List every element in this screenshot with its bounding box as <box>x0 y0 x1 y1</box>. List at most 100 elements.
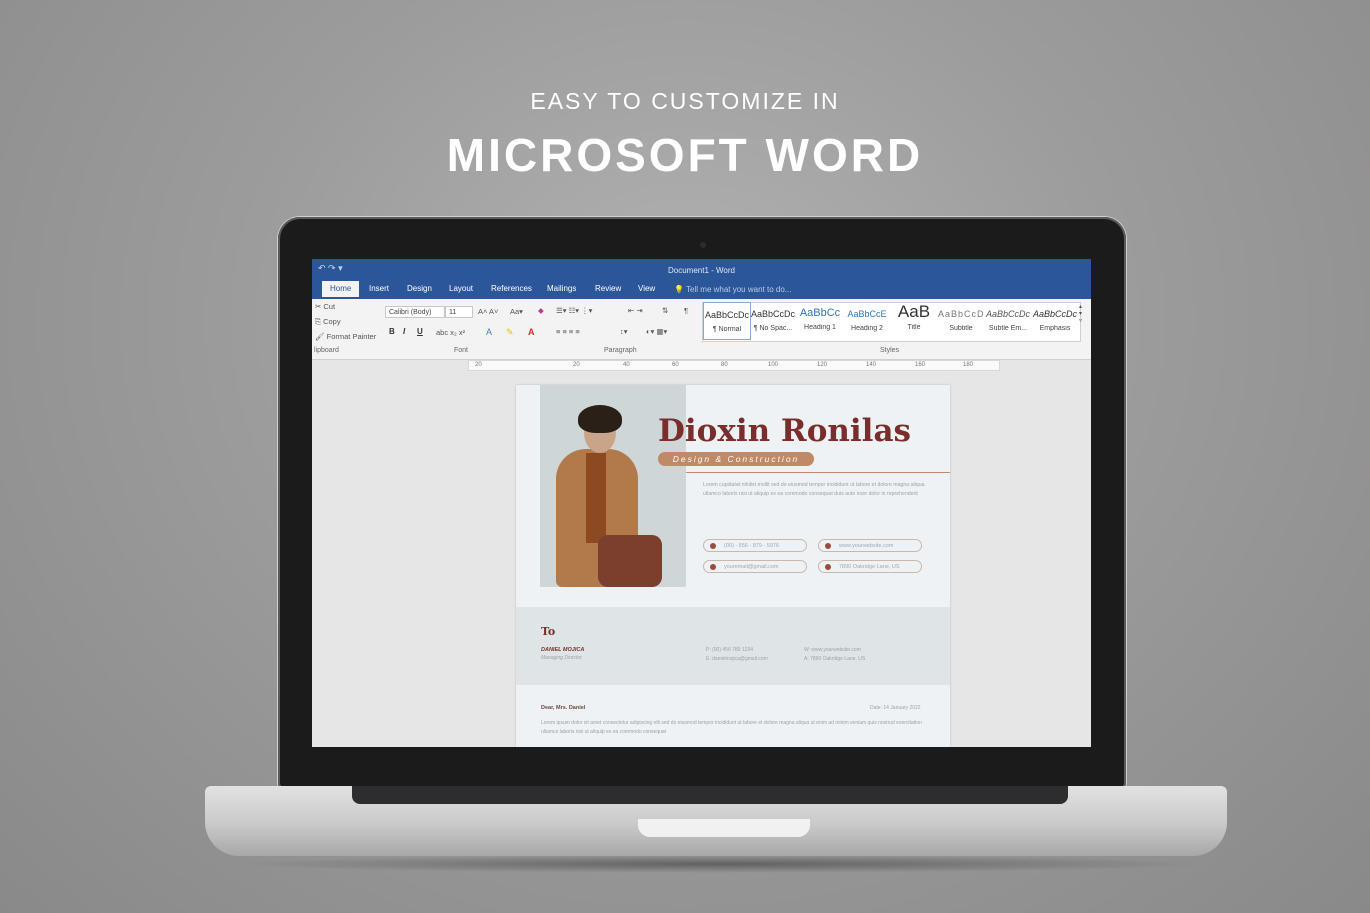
recipient-role: Managing Director <box>541 655 582 661</box>
style-name: Emphasis <box>1039 325 1071 332</box>
style-preview: AaBbCcD <box>938 309 984 319</box>
highlight-icon[interactable]: ✎ <box>506 327 514 338</box>
cut-button[interactable]: ✂ Cut <box>315 302 335 311</box>
recipient-name: DANIEL MOJICA <box>541 647 585 653</box>
font-group-label: Font <box>454 347 469 354</box>
contact-phone: (00) - 556 - 879 - 5976 <box>703 539 807 552</box>
style-name: Heading 2 <box>851 325 883 332</box>
recipient-email: E: danielmojica@gmail.com <box>706 656 768 662</box>
ribbon: ✂ Cut ⎘ Copy 🖌 Format Painter lipboard C… <box>312 299 1091 360</box>
font-family-select[interactable]: Calibri (Body) <box>385 306 445 318</box>
style-normal[interactable]: AaBbCcDc ¶ Normal <box>703 302 751 340</box>
line-spacing-icon[interactable]: ↕▾ <box>620 327 628 336</box>
globe-icon <box>825 543 831 549</box>
tell-me-text: Tell me what you want to do... <box>686 285 792 294</box>
letter-body: Lorem ipsum dolor sit amet consectetur a… <box>541 720 922 735</box>
ribbon-tabs: Home Insert Design Layout References Mai… <box>312 281 1091 299</box>
contact-address: 7890 Oakridge Lane, US <box>818 560 922 573</box>
ruler-tick: 160 <box>915 362 926 368</box>
cut-label: Cut <box>323 302 336 311</box>
lightbulb-icon: 💡 <box>674 285 684 294</box>
ruler-tick: 60 <box>672 362 679 368</box>
style-emphasis[interactable]: AaBbCcDc Emphasis <box>1032 302 1078 338</box>
bullets-icon[interactable]: ☰▾ ☷▾ ⋮▾ <box>556 306 592 315</box>
style-title[interactable]: AaB Title <box>891 302 937 338</box>
ruler-tick: 100 <box>768 362 779 368</box>
underline-button[interactable]: U <box>417 327 423 336</box>
text-effects-icon[interactable]: A <box>486 327 492 337</box>
style-preview: AaBbCcE <box>847 309 887 319</box>
ruler-tick: 140 <box>866 362 877 368</box>
to-heading: To <box>541 625 556 638</box>
camera <box>700 242 706 248</box>
style-preview: AaBbCc <box>799 307 841 319</box>
pilcrow-icon[interactable]: ¶ <box>684 306 688 315</box>
ruler-tick: 180 <box>963 362 974 368</box>
ruler-tick: 80 <box>721 362 728 368</box>
style-subtle-emphasis[interactable]: AaBbCcDc Subtle Em... <box>985 302 1031 338</box>
laptop-shadow <box>230 855 1210 873</box>
clear-format-icon[interactable]: ◆ <box>538 306 544 315</box>
style-heading-1[interactable]: AaBbCc Heading 1 <box>797 302 843 338</box>
recipient-web: W: www.yourwebsite.com <box>804 647 861 653</box>
shading-icon[interactable]: ◐▾ ▦▾ <box>646 327 667 336</box>
contact-email: youremail@gmail.com <box>703 560 807 573</box>
at-icon <box>710 564 716 570</box>
horizontal-ruler[interactable]: 20 20 40 60 80 100 120 140 160 180 <box>468 360 1000 371</box>
window-title: Document1 - Word <box>668 266 735 275</box>
tab-mailings[interactable]: Mailings <box>547 284 576 293</box>
sort-icon[interactable]: ⇅ <box>662 306 668 315</box>
bold-button[interactable]: B <box>389 327 395 336</box>
location-icon <box>825 564 831 570</box>
ruler-tick: 120 <box>817 362 828 368</box>
recipient-address: A: 7890 Oakridge Lane, US <box>804 656 866 662</box>
contact-text: youremail@gmail.com <box>724 564 779 570</box>
style-subtitle[interactable]: AaBbCcD Subtitle <box>938 302 984 338</box>
style-preview: AaBbCcDc <box>704 310 749 320</box>
paragraph-group-label: Paragraph <box>604 347 637 354</box>
tab-design[interactable]: Design <box>407 284 432 293</box>
italic-button[interactable]: I <box>403 327 405 336</box>
recipient-section: To DANIEL MOJICA Managing Director P: (0… <box>516 607 950 685</box>
style-name: Subtitle <box>949 325 973 332</box>
scissors-icon: ✂ <box>315 302 322 311</box>
style-no-spacing[interactable]: AaBbCcDc ¶ No Spac... <box>750 302 796 338</box>
divider <box>686 472 950 473</box>
hero-title: MICROSOFT WORD <box>446 129 924 181</box>
font-size-select[interactable]: 11 <box>445 306 473 318</box>
document-page[interactable]: Dioxin Ronilas Design & Construction Lor… <box>516 385 950 747</box>
change-case-icon[interactable]: Aa▾ <box>510 307 523 316</box>
font-grow-icon[interactable]: A˄ A˅ <box>478 307 498 316</box>
photo-figure <box>578 405 622 433</box>
screen: ↶ ↷ ▾ Document1 - Word Home Insert Desig… <box>312 259 1091 747</box>
style-name: Title <box>907 324 921 331</box>
tab-references[interactable]: References <box>491 284 532 293</box>
styles-scroll-icon[interactable]: ▴ ▾ ▿ <box>1079 303 1082 324</box>
style-preview: AaB <box>897 302 931 321</box>
style-name: ¶ No Spac... <box>753 325 793 332</box>
copy-button[interactable]: ⎘ Copy <box>315 317 341 327</box>
font-color-icon[interactable]: A <box>528 327 535 337</box>
contact-web: www.yourwebsite.com <box>818 539 922 552</box>
indent-icon[interactable]: ⇤ ⇥ <box>628 306 643 315</box>
tab-review[interactable]: Review <box>595 284 621 293</box>
tell-me-box[interactable]: 💡 Tell me what you want to do... <box>674 285 791 294</box>
format-painter-button[interactable]: 🖌 Format Painter <box>315 332 376 341</box>
ruler-tick: 20 <box>475 362 482 368</box>
tab-home[interactable]: Home <box>322 281 360 297</box>
tab-view[interactable]: View <box>638 284 655 293</box>
resume-name: Dioxin Ronilas <box>658 413 911 449</box>
recipient-phone: P: (00) 456 789 1234 <box>706 647 753 653</box>
photo-figure <box>598 535 662 587</box>
ruler-tick: 20 <box>573 362 580 368</box>
style-name: Subtle Em... <box>988 325 1028 332</box>
brush-icon: 🖌 <box>315 332 325 341</box>
style-heading-2[interactable]: AaBbCcE Heading 2 <box>844 302 890 338</box>
format-painter-label: Format Painter <box>326 332 377 341</box>
align-left-icon[interactable]: ≡ ≡ ≡ ≡ <box>556 327 580 336</box>
tab-layout[interactable]: Layout <box>449 284 473 293</box>
ruler-tick: 40 <box>623 362 630 368</box>
tab-insert[interactable]: Insert <box>369 284 389 293</box>
hero-subtitle: EASY TO CUSTOMIZE IN <box>530 88 840 114</box>
strikethrough-icon[interactable]: abc x₂ x² <box>436 328 465 337</box>
